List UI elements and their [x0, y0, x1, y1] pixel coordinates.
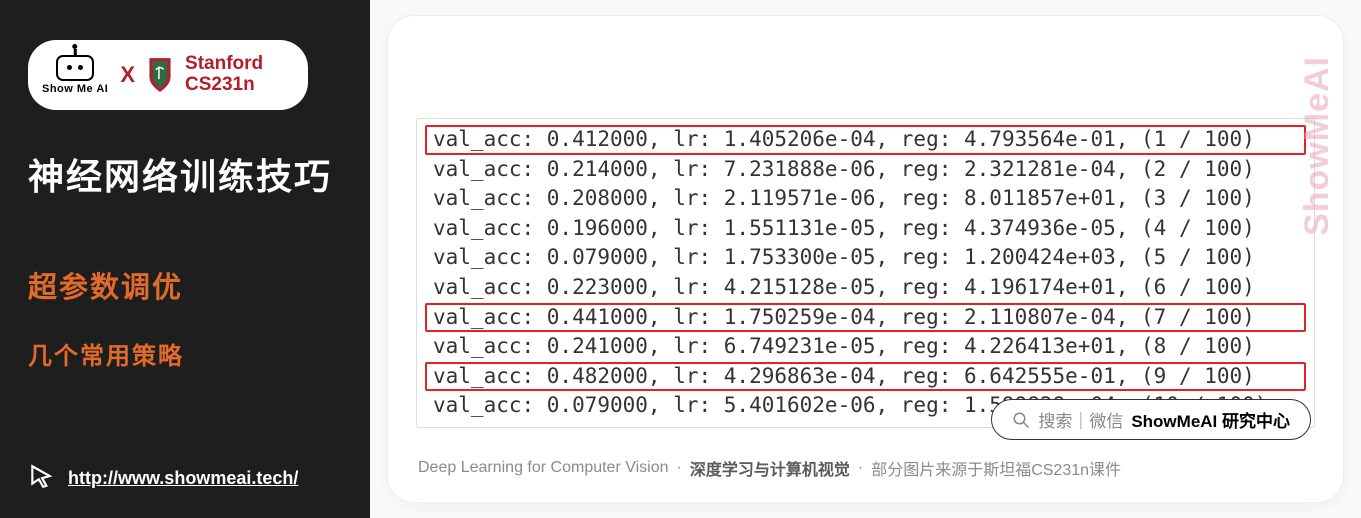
content-card: ShowMeAI val_acc: 0.412000, lr: 1.405206… [388, 16, 1343, 502]
console-line: val_acc: 0.196000, lr: 1.551131e-05, reg… [425, 214, 1306, 244]
console-output: val_acc: 0.412000, lr: 1.405206e-04, reg… [425, 125, 1306, 421]
console-line: val_acc: 0.079000, lr: 1.753300e-05, reg… [425, 243, 1306, 273]
slide-subtitle-1: 超参数调优 [28, 264, 342, 306]
logo-box: Show Me AI X Stanford CS231n [28, 40, 308, 110]
url-row: http://www.showmeai.tech/ [28, 445, 342, 494]
console-line: val_acc: 0.241000, lr: 6.749231e-05, reg… [425, 332, 1306, 362]
search-prefix: 搜索｜微信 [1038, 407, 1123, 432]
main-area: ShowMeAI val_acc: 0.412000, lr: 1.405206… [370, 0, 1361, 518]
showmeai-logo-text: Show Me AI [42, 83, 108, 95]
footer-credit: 部分图片来源于斯坦福CS231n课件 [871, 456, 1121, 480]
stanford-course: CS231n [185, 75, 263, 96]
showmeai-logo: Show Me AI [42, 55, 108, 95]
stanford-course-label: Stanford CS231n [185, 54, 263, 96]
website-link[interactable]: http://www.showmeai.tech/ [68, 468, 298, 489]
console-line: val_acc: 0.441000, lr: 1.750259e-04, reg… [425, 303, 1306, 333]
search-account: ShowMeAI 研究中心 [1131, 407, 1290, 432]
robot-icon [56, 55, 94, 81]
console-output-box: val_acc: 0.412000, lr: 1.405206e-04, reg… [416, 118, 1315, 428]
slide-title: 神经网络训练技巧 [28, 148, 342, 200]
stanford-name: Stanford [185, 54, 263, 75]
logo-separator-x: X [120, 62, 135, 88]
footer-en: Deep Learning for Computer Vision [418, 459, 669, 477]
console-line: val_acc: 0.482000, lr: 4.296863e-04, reg… [425, 362, 1306, 392]
footer-dot-2: · [858, 459, 863, 477]
sidebar: Show Me AI X Stanford CS231n 神经网络训练技巧 超参… [0, 0, 370, 518]
footer-cn: 深度学习与计算机视觉 [690, 456, 850, 480]
footer: Deep Learning for Computer Vision · 深度学习… [418, 456, 1313, 480]
search-icon [1012, 411, 1030, 429]
page-root: Show Me AI X Stanford CS231n 神经网络训练技巧 超参… [0, 0, 1361, 518]
console-line: val_acc: 0.412000, lr: 1.405206e-04, reg… [425, 125, 1306, 155]
cursor-icon [28, 463, 54, 494]
stanford-shield-icon [147, 56, 173, 94]
search-pill[interactable]: 搜索｜微信 ShowMeAI 研究中心 [991, 399, 1311, 440]
footer-dot-1: · [677, 459, 682, 477]
watermark-text: ShowMeAI [1298, 56, 1337, 236]
console-line: val_acc: 0.223000, lr: 4.215128e-05, reg… [425, 273, 1306, 303]
console-line: val_acc: 0.208000, lr: 2.119571e-06, reg… [425, 184, 1306, 214]
console-line: val_acc: 0.214000, lr: 7.231888e-06, reg… [425, 155, 1306, 185]
slide-subtitle-2: 几个常用策略 [28, 336, 342, 371]
